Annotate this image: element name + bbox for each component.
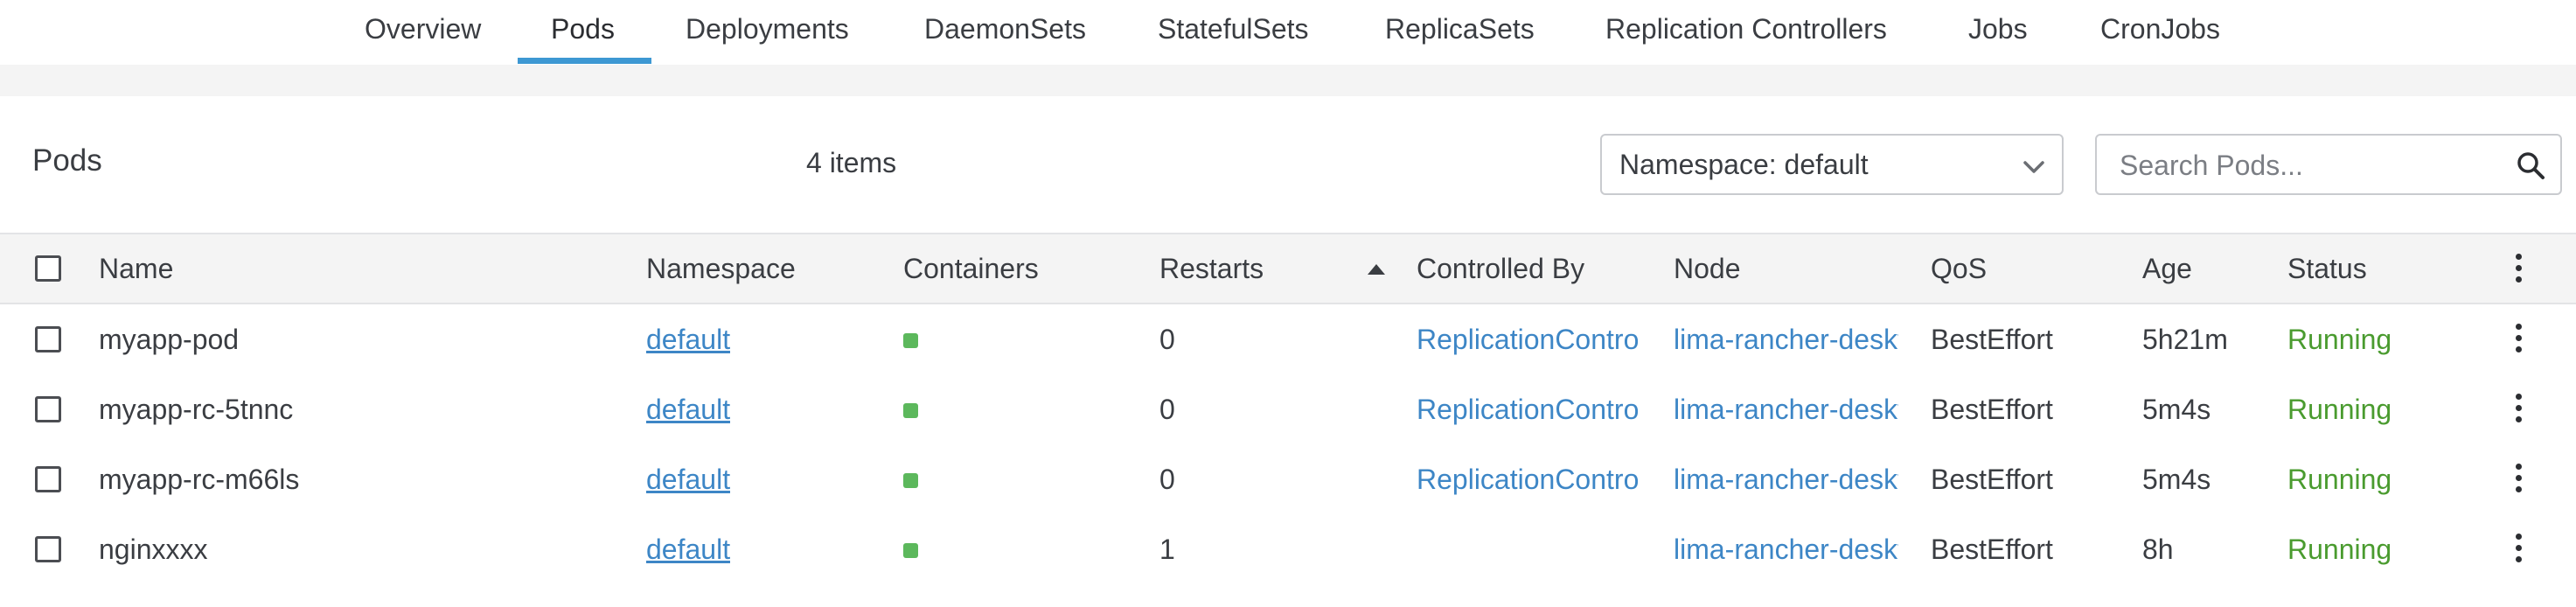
tab-daemonsets[interactable]: DaemonSets bbox=[924, 0, 1086, 65]
container-status-indicator bbox=[903, 403, 918, 418]
column-header-status[interactable]: Status bbox=[2287, 234, 2367, 303]
qos-value: BestEffort bbox=[1931, 464, 2053, 495]
row-actions-icon[interactable] bbox=[2515, 534, 2522, 565]
tab-pods[interactable]: Pods bbox=[551, 0, 615, 65]
tab-cronjobs[interactable]: CronJobs bbox=[2100, 0, 2220, 65]
table-row[interactable]: nginxxxx default 1 lima-rancher-desktop … bbox=[0, 514, 2576, 584]
node-link[interactable]: lima-rancher-desktop bbox=[1674, 304, 1898, 374]
node-link[interactable]: lima-rancher-desktop bbox=[1674, 514, 1898, 584]
tabs-divider-band bbox=[0, 65, 2576, 96]
namespace-select[interactable]: Namespace: default bbox=[1600, 134, 2064, 195]
table-row[interactable]: myapp-pod default 0 ReplicationControlle… bbox=[0, 304, 2576, 374]
column-header-name[interactable]: Name bbox=[99, 234, 173, 303]
age-value: 8h bbox=[2142, 534, 2174, 565]
container-status-indicator bbox=[903, 473, 918, 488]
status-badge: Running bbox=[2287, 534, 2392, 565]
controlled-by-link[interactable]: ReplicationController bbox=[1417, 444, 1640, 514]
namespace-select-value: Namespace: default bbox=[1619, 149, 1869, 180]
search-box bbox=[2095, 134, 2562, 195]
column-header-node[interactable]: Node bbox=[1674, 234, 1741, 303]
age-value: 5h21m bbox=[2142, 324, 2228, 355]
table-header: Name Namespace Containers Restarts Contr… bbox=[0, 233, 2576, 304]
select-all-checkbox[interactable] bbox=[35, 255, 61, 282]
namespace-link[interactable]: default bbox=[646, 304, 730, 374]
row-checkbox[interactable] bbox=[35, 326, 61, 352]
namespace-link[interactable]: default bbox=[646, 514, 730, 584]
restarts-value: 1 bbox=[1159, 534, 1175, 565]
column-header-qos[interactable]: QoS bbox=[1931, 234, 1987, 303]
row-actions-icon[interactable] bbox=[2515, 324, 2522, 355]
tab-deployments[interactable]: Deployments bbox=[686, 0, 849, 65]
container-status-indicator bbox=[903, 543, 918, 558]
column-header-namespace[interactable]: Namespace bbox=[646, 234, 796, 303]
column-header-age[interactable]: Age bbox=[2142, 234, 2192, 303]
sort-ascending-icon[interactable] bbox=[1368, 264, 1385, 275]
pod-name[interactable]: nginxxxx bbox=[99, 514, 623, 584]
qos-value: BestEffort bbox=[1931, 394, 2053, 425]
search-icon[interactable] bbox=[2515, 150, 2546, 181]
qos-value: BestEffort bbox=[1931, 324, 2053, 355]
node-link[interactable]: lima-rancher-desktop bbox=[1674, 444, 1898, 514]
tab-jobs[interactable]: Jobs bbox=[1968, 0, 2028, 65]
tab-replicasets[interactable]: ReplicaSets bbox=[1385, 0, 1535, 65]
namespace-link[interactable]: default bbox=[646, 374, 730, 444]
pod-name[interactable]: myapp-rc-m66ls bbox=[99, 444, 623, 514]
item-count: 4 items bbox=[806, 147, 897, 178]
status-badge: Running bbox=[2287, 394, 2392, 425]
tab-statefulsets[interactable]: StatefulSets bbox=[1158, 0, 1309, 65]
age-value: 5m4s bbox=[2142, 464, 2211, 495]
column-header-controlled-by[interactable]: Controlled By bbox=[1417, 234, 1584, 303]
table-row[interactable]: myapp-rc-m66ls default 0 ReplicationCont… bbox=[0, 444, 2576, 514]
row-actions-icon[interactable] bbox=[2515, 394, 2522, 425]
node-link[interactable]: lima-rancher-desktop bbox=[1674, 374, 1898, 444]
row-checkbox[interactable] bbox=[35, 466, 61, 492]
resource-tabs: Overview Pods Deployments DaemonSets Sta… bbox=[0, 0, 2576, 65]
column-header-restarts[interactable]: Restarts bbox=[1159, 234, 1264, 303]
tab-overview[interactable]: Overview bbox=[365, 0, 481, 65]
status-badge: Running bbox=[2287, 464, 2392, 495]
container-status-indicator bbox=[903, 333, 918, 348]
row-actions-icon[interactable] bbox=[2515, 464, 2522, 495]
row-checkbox[interactable] bbox=[35, 536, 61, 562]
restarts-value: 0 bbox=[1159, 394, 1175, 425]
chevron-down-icon bbox=[2023, 161, 2044, 173]
restarts-value: 0 bbox=[1159, 324, 1175, 355]
column-header-containers[interactable]: Containers bbox=[903, 234, 1039, 303]
status-badge: Running bbox=[2287, 324, 2392, 355]
active-tab-indicator bbox=[518, 58, 651, 64]
tab-replication-controllers[interactable]: Replication Controllers bbox=[1605, 0, 1887, 65]
controlled-by-link[interactable]: ReplicationController bbox=[1417, 374, 1640, 444]
more-options-icon[interactable] bbox=[2515, 254, 2522, 285]
table-row[interactable]: myapp-rc-5tnnc default 0 ReplicationCont… bbox=[0, 374, 2576, 444]
search-input[interactable] bbox=[2097, 136, 2532, 195]
pod-name[interactable]: myapp-rc-5tnnc bbox=[99, 374, 623, 444]
age-value: 5m4s bbox=[2142, 394, 2211, 425]
namespace-link[interactable]: default bbox=[646, 444, 730, 514]
controlled-by-link[interactable]: ReplicationController bbox=[1417, 304, 1640, 374]
restarts-value: 0 bbox=[1159, 464, 1175, 495]
row-checkbox[interactable] bbox=[35, 396, 61, 422]
pod-name[interactable]: myapp-pod bbox=[99, 304, 623, 374]
page-title: Pods bbox=[32, 143, 102, 178]
qos-value: BestEffort bbox=[1931, 534, 2053, 565]
